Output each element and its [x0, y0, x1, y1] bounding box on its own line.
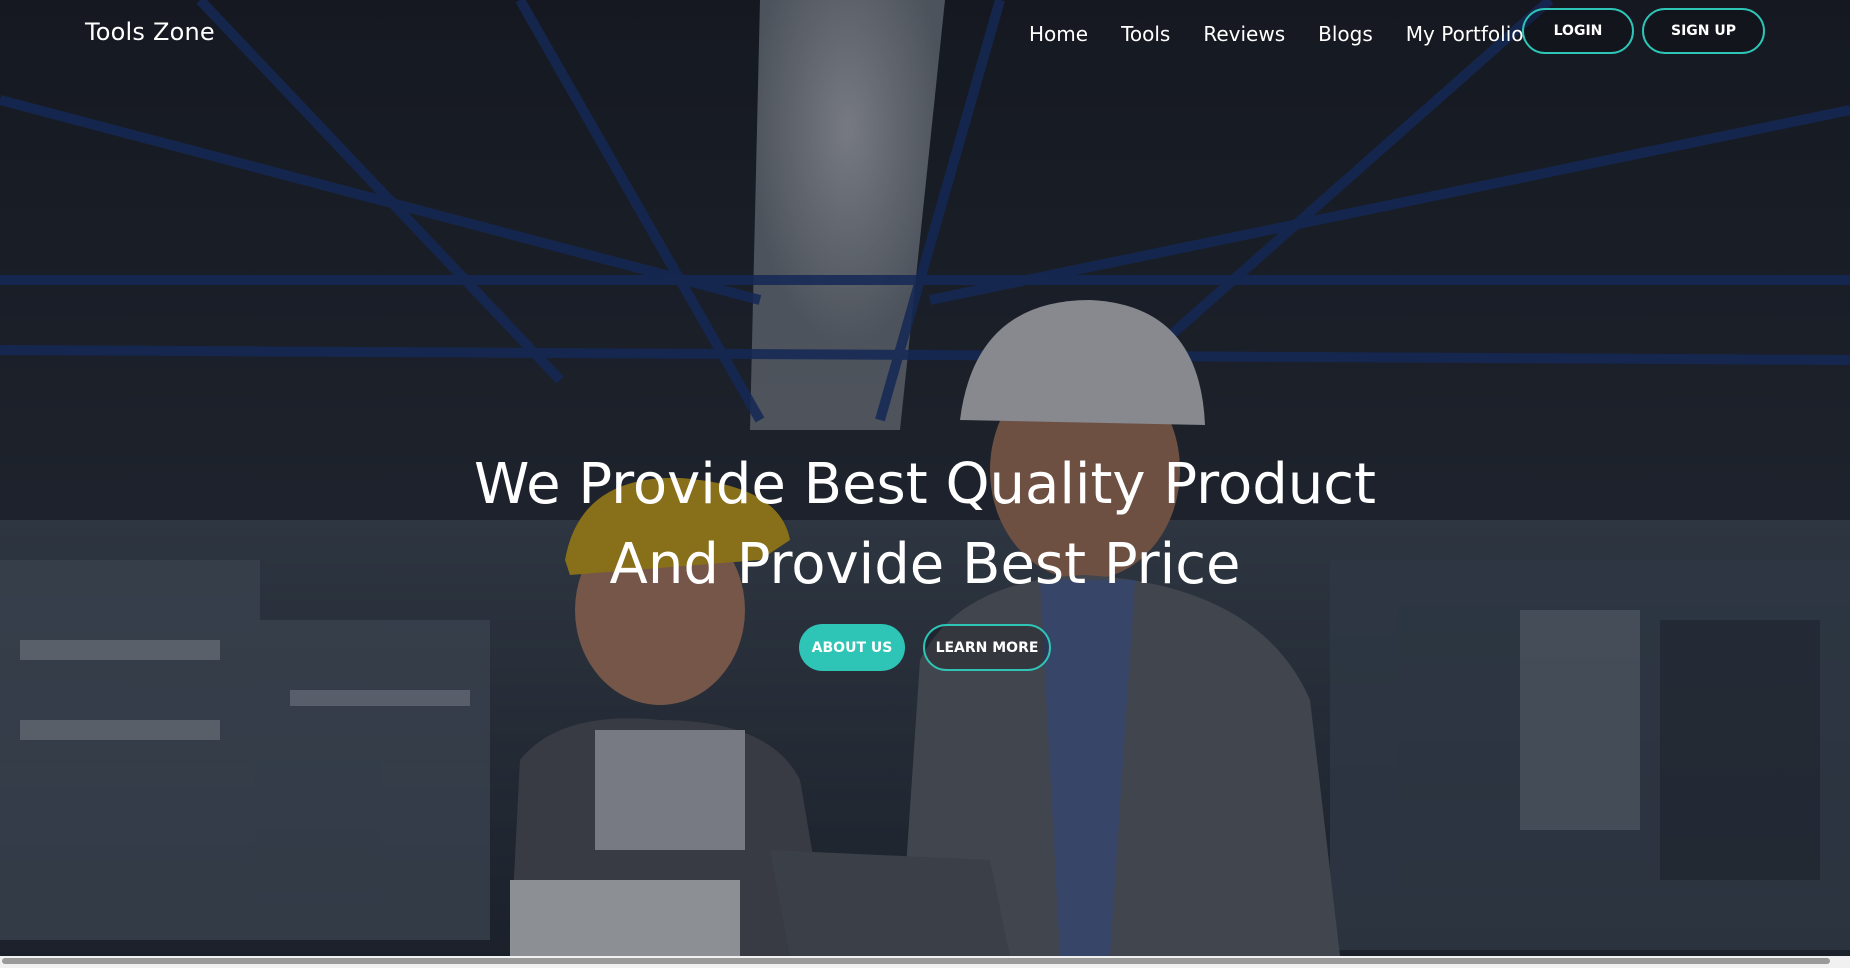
scrollbar-thumb[interactable] [2, 958, 1830, 964]
nav-item-reviews[interactable]: Reviews [1203, 22, 1285, 46]
hero-section: Tools Zone Home Tools Reviews Blogs My P… [0, 0, 1850, 956]
nav-item-tools[interactable]: Tools [1121, 22, 1170, 46]
main-nav: Home Tools Reviews Blogs My Portfolio [1029, 22, 1557, 46]
hero-headline-line-1: We Provide Best Quality Product [473, 452, 1376, 517]
signup-button[interactable]: SIGN UP [1642, 8, 1765, 54]
nav-item-blogs[interactable]: Blogs [1318, 22, 1373, 46]
brand-logo[interactable]: Tools Zone [85, 18, 215, 46]
login-button[interactable]: LOGIN [1522, 8, 1634, 54]
about-us-button[interactable]: ABOUT US [799, 624, 905, 671]
hero-headline: We Provide Best Quality Product And Prov… [0, 445, 1850, 605]
nav-item-home[interactable]: Home [1029, 22, 1088, 46]
horizontal-scrollbar[interactable] [0, 956, 1850, 968]
nav-item-my-portfolio[interactable]: My Portfolio [1406, 22, 1524, 46]
hero-headline-line-2: And Provide Best Price [609, 532, 1241, 597]
learn-more-button[interactable]: LEARN MORE [923, 624, 1051, 671]
